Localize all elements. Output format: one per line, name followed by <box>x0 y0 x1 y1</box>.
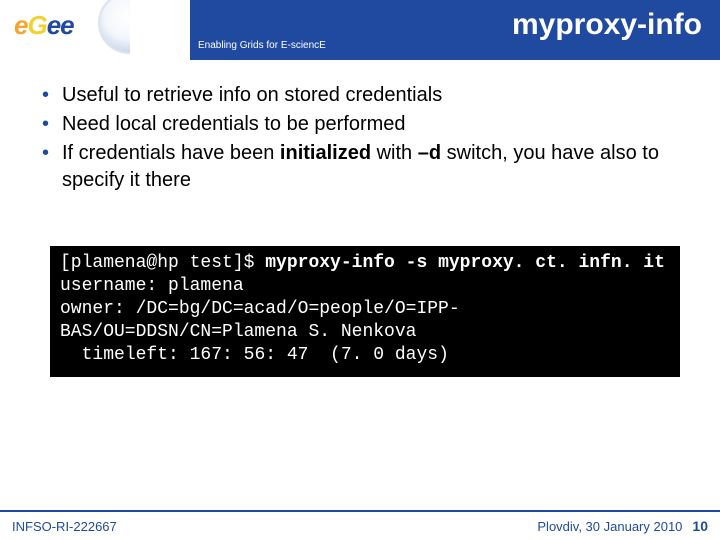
slide-title: myproxy-info <box>512 8 702 42</box>
bullet-strong: –d <box>418 142 441 164</box>
terminal-line: BAS/OU=DDSN/CN=Plamena S. Nenkova <box>60 322 416 342</box>
terminal-line: username: plamena <box>60 276 244 296</box>
content-area: Useful to retrieve info on stored creden… <box>0 60 720 377</box>
page-number: 10 <box>692 518 708 534</box>
banner: eGee Enabling Grids for E-sciencE myprox… <box>0 0 720 60</box>
footer-right: Plovdiv, 30 January 2010 10 <box>537 518 708 534</box>
bullet-text: Useful to retrieve info on stored creden… <box>62 84 442 106</box>
bullet-text-fragment: If credentials have been <box>62 142 280 164</box>
egee-wordmark: eGee <box>14 10 74 41</box>
terminal-prompt: [plamena@hp test]$ <box>60 253 265 273</box>
tagline-text: Enabling Grids for E-sciencE <box>198 40 326 51</box>
terminal-command: myproxy-info -s myproxy. ct. infn. it <box>265 253 665 273</box>
bullet-item: Useful to retrieve info on stored creden… <box>40 82 690 109</box>
bullet-strong: initialized <box>280 142 371 164</box>
bullet-list: Useful to retrieve info on stored creden… <box>40 82 690 194</box>
terminal-line: timeleft: 167: 56: 47 (7. 0 days) <box>60 345 449 365</box>
logo-curve-icon <box>130 0 190 60</box>
bullet-item: Need local credentials to be performed <box>40 111 690 138</box>
footer: INFSO-RI-222667 Plovdiv, 30 January 2010… <box>0 510 720 540</box>
bullet-text: Need local credentials to be performed <box>62 113 406 135</box>
footer-date: Plovdiv, 30 January 2010 <box>537 519 682 534</box>
terminal-line: owner: /DC=bg/DC=acad/O=people/O=IPP- <box>60 299 460 319</box>
footer-left: INFSO-RI-222667 <box>12 519 117 534</box>
terminal-block: [plamena@hp test]$ myproxy-info -s mypro… <box>50 246 680 377</box>
egee-logo: eGee <box>8 2 138 52</box>
bullet-item: If credentials have been initialized wit… <box>40 140 690 194</box>
logo-block: eGee <box>0 0 190 60</box>
bullet-text-fragment: with <box>371 142 418 164</box>
